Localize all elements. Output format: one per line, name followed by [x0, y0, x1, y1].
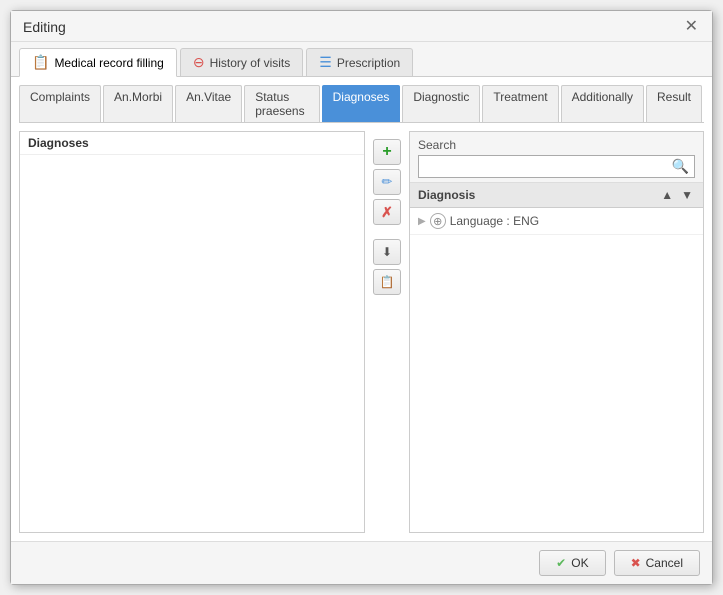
subtab-an-morbi[interactable]: An.Morbi	[103, 85, 173, 122]
subtab-an-vitae[interactable]: An.Vitae	[175, 85, 242, 122]
tree-filter-button[interactable]: ▼	[679, 188, 695, 202]
subtab-treatment[interactable]: Treatment	[482, 85, 558, 122]
subtab-additionally[interactable]: Additionally	[561, 85, 644, 122]
edit-icon: ✏	[382, 174, 393, 190]
cancel-label: Cancel	[646, 556, 683, 570]
editing-dialog: Editing ✕ 📋 Medical record filling ⊖ His…	[10, 10, 713, 585]
search-input-wrapper: 🔍	[418, 155, 695, 178]
search-panel: Search 🔍 Diagnosis ▲ ▼	[409, 131, 704, 533]
sub-tabs: Complaints An.Morbi An.Vitae Status prae…	[19, 85, 704, 123]
history-visits-icon: ⊖	[193, 54, 205, 71]
tab-medical-record[interactable]: 📋 Medical record filling	[19, 48, 177, 77]
tree-node-label: Language : ENG	[450, 214, 539, 228]
cancel-button[interactable]: ✖ Cancel	[614, 550, 700, 576]
subtab-diagnostic[interactable]: Diagnostic	[402, 85, 480, 122]
search-button[interactable]: 🔍	[667, 156, 694, 177]
tab-history-visits[interactable]: ⊖ History of visits	[180, 48, 303, 76]
dialog-title: Editing	[23, 19, 66, 35]
tab-prescription[interactable]: ☰ Prescription	[306, 48, 413, 76]
ok-check-icon: ✔	[556, 556, 566, 570]
add-icon: +	[382, 143, 391, 161]
edit-button[interactable]: ✏	[373, 169, 401, 195]
dialog-footer: ✔ OK ✖ Cancel	[11, 541, 712, 584]
search-input[interactable]	[419, 156, 667, 177]
top-tabs: 📋 Medical record filling ⊖ History of vi…	[11, 42, 712, 77]
action-buttons: + ✏ ✗ ⬇ 📋	[373, 131, 401, 533]
tree-header-label: Diagnosis	[418, 188, 475, 202]
prescription-icon: ☰	[319, 54, 332, 71]
tab-medical-record-label: Medical record filling	[54, 56, 163, 70]
ok-button[interactable]: ✔ OK	[539, 550, 605, 576]
tab-history-visits-label: History of visits	[210, 56, 291, 70]
title-bar: Editing ✕	[11, 11, 712, 42]
main-panels: Diagnoses + ✏ ✗ ⬇ 📋	[19, 131, 704, 533]
diagnosis-tree: Diagnosis ▲ ▼ ▶ ⊕ Language : ENG	[410, 183, 703, 532]
move-down-button[interactable]: ⬇	[373, 239, 401, 265]
cancel-x-icon: ✖	[631, 556, 641, 570]
tree-arrow-icon: ▶	[418, 216, 426, 227]
subtab-result[interactable]: Result	[646, 85, 702, 122]
copy-button[interactable]: 📋	[373, 269, 401, 295]
delete-icon: ✗	[381, 204, 393, 221]
content-area: Complaints An.Morbi An.Vitae Status prae…	[11, 77, 712, 541]
copy-icon: 📋	[380, 275, 395, 289]
tree-node-lang-eng: ▶ ⊕ Language : ENG	[410, 208, 703, 235]
tab-prescription-label: Prescription	[337, 56, 400, 70]
delete-button[interactable]: ✗	[373, 199, 401, 225]
tree-sort-button[interactable]: ▲	[659, 188, 675, 202]
close-button[interactable]: ✕	[683, 19, 700, 35]
search-icon: 🔍	[672, 158, 689, 174]
subtab-complaints[interactable]: Complaints	[19, 85, 101, 122]
add-button[interactable]: +	[373, 139, 401, 165]
diagnoses-list	[20, 155, 364, 532]
tree-header-actions: ▲ ▼	[659, 188, 695, 202]
medical-record-icon: 📋	[32, 54, 49, 71]
ok-label: OK	[571, 556, 588, 570]
subtab-status-praesens[interactable]: Status praesens	[244, 85, 319, 122]
diagnoses-panel-header: Diagnoses	[20, 132, 364, 155]
diagnoses-panel: Diagnoses	[19, 131, 365, 533]
search-label: Search	[418, 138, 695, 152]
tree-expand-icon[interactable]: ⊕	[430, 213, 446, 229]
subtab-diagnoses[interactable]: Diagnoses	[322, 85, 401, 122]
search-area: Search 🔍	[410, 132, 703, 183]
move-down-icon: ⬇	[382, 245, 392, 259]
tree-header: Diagnosis ▲ ▼	[410, 183, 703, 208]
